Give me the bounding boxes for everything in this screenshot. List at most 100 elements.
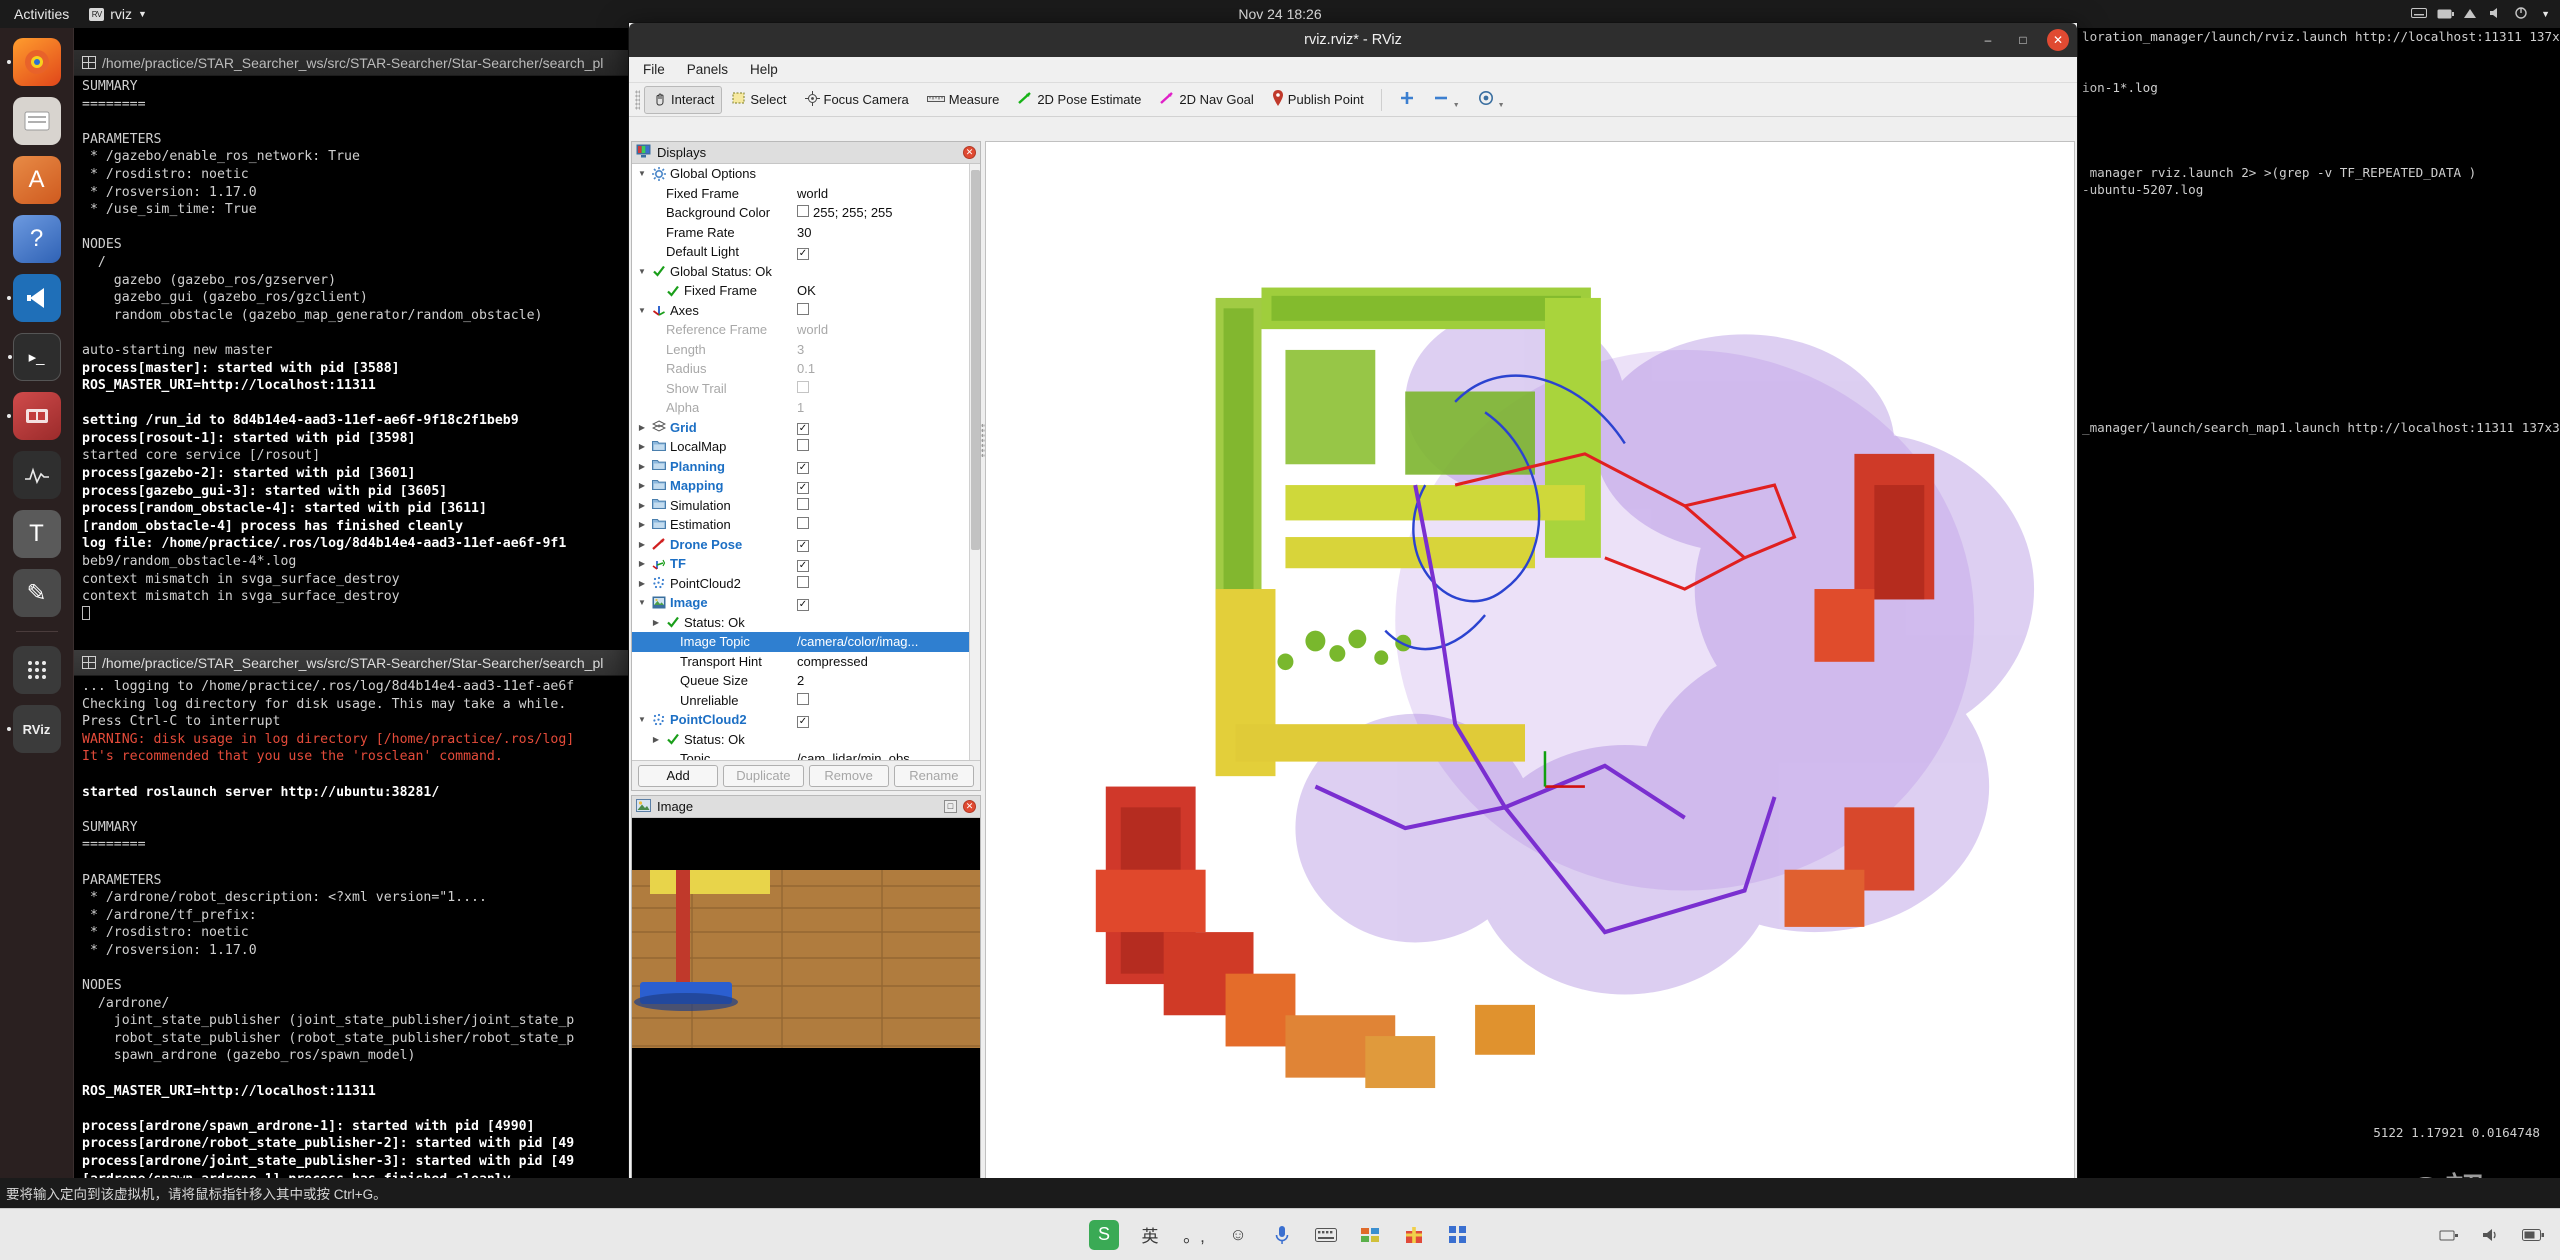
dock-item-firefox[interactable] <box>6 38 61 86</box>
chevron-right-icon[interactable]: ▶ <box>636 559 648 568</box>
remove-tool-button[interactable]: ▼ <box>1425 85 1468 114</box>
checkbox[interactable] <box>797 517 809 530</box>
display-row-localmap[interactable]: ▶ LocalMap <box>632 437 980 457</box>
duplicate-button[interactable]: Duplicate <box>723 764 804 787</box>
dock-item-help[interactable]: ? <box>12 215 61 263</box>
chevron-down-icon[interactable]: ▼ <box>2541 9 2550 19</box>
checkbox[interactable] <box>797 439 809 452</box>
display-row-value[interactable]: ✓ <box>797 458 972 475</box>
tool-publish-point[interactable]: Publish Point <box>1264 85 1372 114</box>
close-panel-icon[interactable]: ✕ <box>963 146 976 159</box>
checkbox[interactable] <box>797 497 809 510</box>
terminal-window-bottom[interactable]: /home/practice/STAR_Searcher_ws/src/STAR… <box>74 650 634 1210</box>
display-row-length[interactable]: Length 3 <box>632 340 980 360</box>
display-row-tf[interactable]: ▶ TF ✓ <box>632 554 980 574</box>
power-icon[interactable] <box>2515 7 2531 21</box>
display-row-image[interactable]: ▼ Image ✓ <box>632 593 980 613</box>
display-row-transport-hint[interactable]: Transport Hint compressed <box>632 652 980 672</box>
display-row-value[interactable] <box>797 575 972 591</box>
display-row-pointcloud2[interactable]: ▼ PointCloud2 ✓ <box>632 710 980 730</box>
checkbox[interactable] <box>797 302 809 315</box>
rviz-titlebar[interactable]: rviz.rviz* - RViz – □ ✕ <box>629 23 2077 57</box>
dock-item-app-grid[interactable] <box>12 646 61 694</box>
checkbox[interactable]: ✓ <box>797 423 809 436</box>
terminal-window-right[interactable]: loration_manager/launch/rviz.launch http… <box>2078 28 2560 1208</box>
chevron-right-icon[interactable]: ▶ <box>636 462 648 471</box>
chevron-down-icon[interactable]: ▼ <box>636 598 648 607</box>
display-row-status-ok[interactable]: ▶ Status: Ok <box>632 730 980 750</box>
add-tool-button[interactable] <box>1391 85 1423 114</box>
remove-button[interactable]: Remove <box>808 764 889 787</box>
menu-file[interactable]: File <box>643 62 665 77</box>
maximize-icon[interactable]: □ <box>2012 29 2034 51</box>
display-row-planning[interactable]: ▶ Planning ✓ <box>632 457 980 477</box>
display-row-fixed-frame[interactable]: Fixed Frame OK <box>632 281 980 301</box>
dock-item-ubuntu-software[interactable]: A <box>12 156 61 204</box>
display-row-mapping[interactable]: ▶ Mapping ✓ <box>632 476 980 496</box>
emoji-icon[interactable]: ☺ <box>1225 1222 1251 1248</box>
dock-item-image-viewer[interactable]: ✎ <box>12 569 61 617</box>
float-panel-icon[interactable]: □ <box>944 800 957 813</box>
toolbar-drag-handle[interactable] <box>635 89 640 110</box>
rename-button[interactable]: Rename <box>893 764 974 787</box>
punctuation-icon[interactable]: 。, <box>1181 1222 1207 1248</box>
chevron-right-icon[interactable]: ▶ <box>636 442 648 451</box>
volume-icon[interactable] <box>2478 1222 2504 1248</box>
tool-select[interactable]: Select <box>724 86 794 113</box>
display-row-queue-size[interactable]: Queue Size 2 <box>632 671 980 691</box>
checkbox[interactable]: ✓ <box>797 481 809 494</box>
chevron-down-icon[interactable]: ▼ <box>636 169 648 178</box>
display-row-axes[interactable]: ▼ Axes <box>632 301 980 321</box>
terminal-window-top[interactable]: /home/practice/STAR_Searcher_ws/src/STAR… <box>74 50 634 650</box>
terminal-bottom-titlebar[interactable]: /home/practice/STAR_Searcher_ws/src/STAR… <box>74 650 634 676</box>
display-row-value[interactable] <box>797 302 972 318</box>
chevron-down-icon[interactable]: ▼ <box>636 267 648 276</box>
display-row-image-topic[interactable]: Image Topic/camera/color/imag... <box>632 632 980 652</box>
display-row-global-options[interactable]: ▼ Global Options <box>632 164 980 184</box>
display-row-value[interactable]: 30 <box>797 225 972 240</box>
dock-item-vscode[interactable] <box>6 274 61 322</box>
chevron-down-icon[interactable]: ▼ <box>1498 102 1505 109</box>
checkbox[interactable]: ✓ <box>797 598 809 611</box>
display-row-value[interactable]: /camera/color/imag... <box>797 634 972 649</box>
minimize-icon[interactable]: – <box>1977 29 1999 51</box>
activities-button[interactable]: Activities <box>0 6 81 22</box>
tools-icon[interactable] <box>1357 1222 1383 1248</box>
keyboard-icon[interactable] <box>2411 7 2428 21</box>
display-row-default-light[interactable]: Default Light ✓ <box>632 242 980 262</box>
display-row-show-trail[interactable]: Show Trail <box>632 379 980 399</box>
close-icon[interactable]: ✕ <box>2047 29 2069 51</box>
battery-icon[interactable] <box>2520 1222 2546 1248</box>
add-button[interactable]: Add <box>638 764 719 787</box>
network-icon[interactable] <box>2436 1222 2462 1248</box>
close-panel-icon[interactable]: ✕ <box>963 800 976 813</box>
display-row-value[interactable]: 1 <box>797 400 972 415</box>
display-row-global-status-ok[interactable]: ▼ Global Status: Ok <box>632 262 980 282</box>
terminal-top-titlebar[interactable]: /home/practice/STAR_Searcher_ws/src/STAR… <box>74 50 634 76</box>
checkbox[interactable] <box>797 380 809 393</box>
display-row-value[interactable]: 2 <box>797 673 972 688</box>
display-row-drone-pose[interactable]: ▶ Drone Pose ✓ <box>632 535 980 555</box>
display-row-value[interactable]: ✓ <box>797 536 972 553</box>
display-row-alpha[interactable]: Alpha 1 <box>632 398 980 418</box>
color-swatch[interactable] <box>797 205 809 218</box>
rviz-3d-view[interactable] <box>985 141 2075 1193</box>
display-row-value[interactable]: 0.1 <box>797 361 972 376</box>
chevron-down-icon[interactable]: ▼ <box>1453 102 1460 109</box>
display-row-value[interactable] <box>797 692 972 708</box>
network-icon[interactable] <box>2463 7 2479 21</box>
battery-icon[interactable] <box>2437 7 2455 21</box>
display-row-status-ok[interactable]: ▶ Status: Ok <box>632 613 980 633</box>
display-row-grid[interactable]: ▶ Grid ✓ <box>632 418 980 438</box>
display-row-background-color[interactable]: Background Color 255; 255; 255 <box>632 203 980 223</box>
display-row-value[interactable]: world <box>797 186 972 201</box>
display-row-value[interactable]: ✓ <box>797 244 972 260</box>
display-row-radius[interactable]: Radius 0.1 <box>632 359 980 379</box>
gift-icon[interactable] <box>1401 1222 1427 1248</box>
checkbox[interactable]: ✓ <box>797 540 809 553</box>
checkbox[interactable]: ✓ <box>797 247 809 260</box>
volume-icon[interactable] <box>2489 7 2505 21</box>
display-row-value[interactable] <box>797 439 972 454</box>
chevron-right-icon[interactable]: ▶ <box>636 481 648 490</box>
display-row-value[interactable] <box>797 497 972 513</box>
